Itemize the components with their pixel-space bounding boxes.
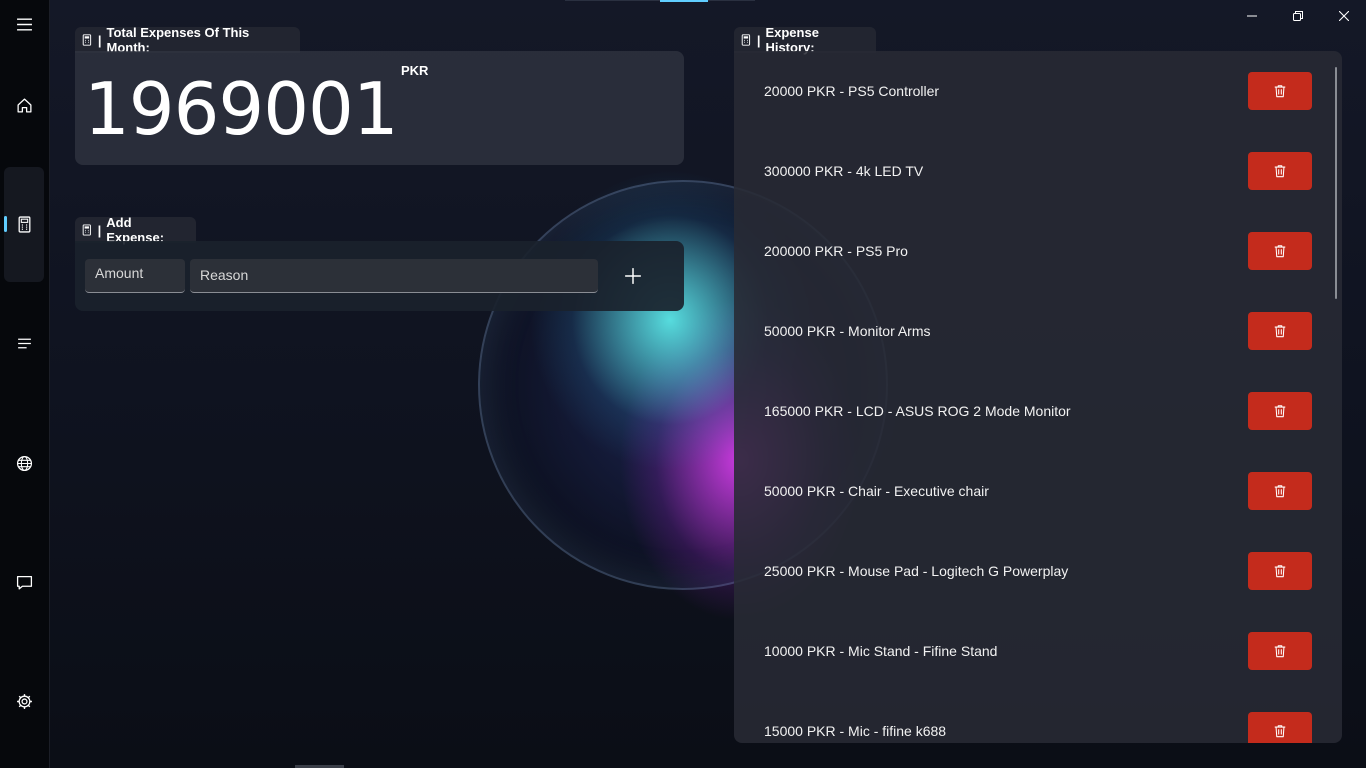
delete-expense-button[interactable] (1248, 232, 1312, 270)
delete-expense-button[interactable] (1248, 712, 1312, 743)
calculator-icon (82, 34, 92, 46)
total-expenses-unit: PKR (401, 63, 429, 78)
close-button[interactable] (1321, 0, 1366, 32)
header-separator: | (97, 32, 102, 48)
list-item: 50000 PKR - Monitor Arms (734, 291, 1342, 371)
list-item: 50000 PKR - Chair - Executive chair (734, 451, 1342, 531)
expense-item-text: 50000 PKR - Chair - Executive chair (764, 483, 989, 499)
trash-icon (1274, 85, 1286, 98)
expense-item-text: 50000 PKR - Monitor Arms (764, 323, 931, 339)
expense-item-text: 165000 PKR - LCD - ASUS ROG 2 Mode Monit… (764, 403, 1071, 419)
list-icon (17, 338, 31, 348)
calculator-icon (741, 34, 751, 46)
hamburger-menu-icon (16, 17, 32, 31)
list-item: 10000 PKR - Mic Stand - Fifine Stand (734, 611, 1342, 691)
expense-item-text: 15000 PKR - Mic - fifine k688 (764, 723, 947, 739)
close-icon (1339, 11, 1349, 21)
nav-item-home[interactable] (4, 85, 44, 125)
home-icon (16, 97, 32, 113)
trash-icon (1274, 245, 1286, 258)
add-expense-button[interactable] (613, 259, 653, 293)
restore-icon (1293, 11, 1303, 21)
delete-expense-button[interactable] (1248, 552, 1312, 590)
expense-item-text: 200000 PKR - PS5 Pro (764, 243, 908, 259)
expense-item-text: 20000 PKR - PS5 Controller (764, 83, 940, 99)
delete-expense-button[interactable] (1248, 152, 1312, 190)
minimize-icon (1247, 15, 1257, 17)
chat-icon (16, 575, 32, 590)
list-item: 200000 PKR - PS5 Pro (734, 211, 1342, 291)
nav-item-chat[interactable] (4, 562, 44, 602)
globe-icon (16, 455, 32, 471)
reason-input[interactable]: Reason (190, 259, 598, 293)
total-expenses-value: 1969001 (84, 67, 399, 151)
trash-icon (1274, 405, 1286, 418)
title-bar-accent (660, 0, 708, 2)
header-separator: | (97, 222, 102, 238)
expense-history-list[interactable]: 20000 PKR - PS5 Controller 300000 PKR - 4… (734, 51, 1342, 743)
settings-gear-icon (16, 693, 32, 709)
nav-item-calculator[interactable] (4, 167, 44, 282)
list-item: 20000 PKR - PS5 Controller (734, 51, 1342, 131)
expense-history-header: | Expense History: (734, 25, 876, 55)
add-expense-header: | Add Expense: (75, 215, 196, 245)
trash-icon (1274, 325, 1286, 338)
trash-icon (1274, 485, 1286, 498)
expense-item-text: 10000 PKR - Mic Stand - Fifine Stand (764, 643, 998, 659)
expense-item-text: 300000 PKR - 4k LED TV (764, 163, 924, 179)
calculator-icon (82, 224, 91, 236)
delete-expense-button[interactable] (1248, 392, 1312, 430)
delete-expense-button[interactable] (1248, 472, 1312, 510)
list-item: 25000 PKR - Mouse Pad - Logitech G Power… (734, 531, 1342, 611)
navigation-rail (0, 0, 49, 768)
trash-icon (1274, 165, 1286, 178)
minimize-button[interactable] (1229, 0, 1275, 32)
trash-icon (1274, 645, 1286, 658)
add-expense-card: Amount Reason (75, 241, 684, 311)
selected-indicator (4, 216, 7, 232)
list-item: 300000 PKR - 4k LED TV (734, 131, 1342, 211)
nav-item-settings[interactable] (4, 681, 44, 721)
plus-icon (625, 268, 641, 284)
total-expenses-card: 1969001 PKR (75, 51, 684, 165)
hamburger-menu-button[interactable] (4, 4, 44, 44)
delete-expense-button[interactable] (1248, 312, 1312, 350)
total-expenses-header: | Total Expenses Of This Month: (75, 25, 300, 55)
list-item: 15000 PKR - Mic - fifine k688 (734, 691, 1342, 743)
restore-button[interactable] (1275, 0, 1321, 32)
list-item: 165000 PKR - LCD - ASUS ROG 2 Mode Monit… (734, 371, 1342, 451)
nav-item-list[interactable] (4, 323, 44, 363)
calculator-icon (18, 216, 30, 233)
expense-item-text: 25000 PKR - Mouse Pad - Logitech G Power… (764, 563, 1069, 579)
trash-icon (1274, 565, 1286, 578)
nav-item-globe[interactable] (4, 443, 44, 483)
delete-expense-button[interactable] (1248, 632, 1312, 670)
amount-input[interactable]: Amount (85, 259, 185, 293)
main-content: | Total Expenses Of This Month: 1969001 … (49, 0, 1366, 768)
trash-icon (1274, 725, 1286, 738)
header-separator: | (756, 32, 761, 48)
delete-expense-button[interactable] (1248, 72, 1312, 110)
